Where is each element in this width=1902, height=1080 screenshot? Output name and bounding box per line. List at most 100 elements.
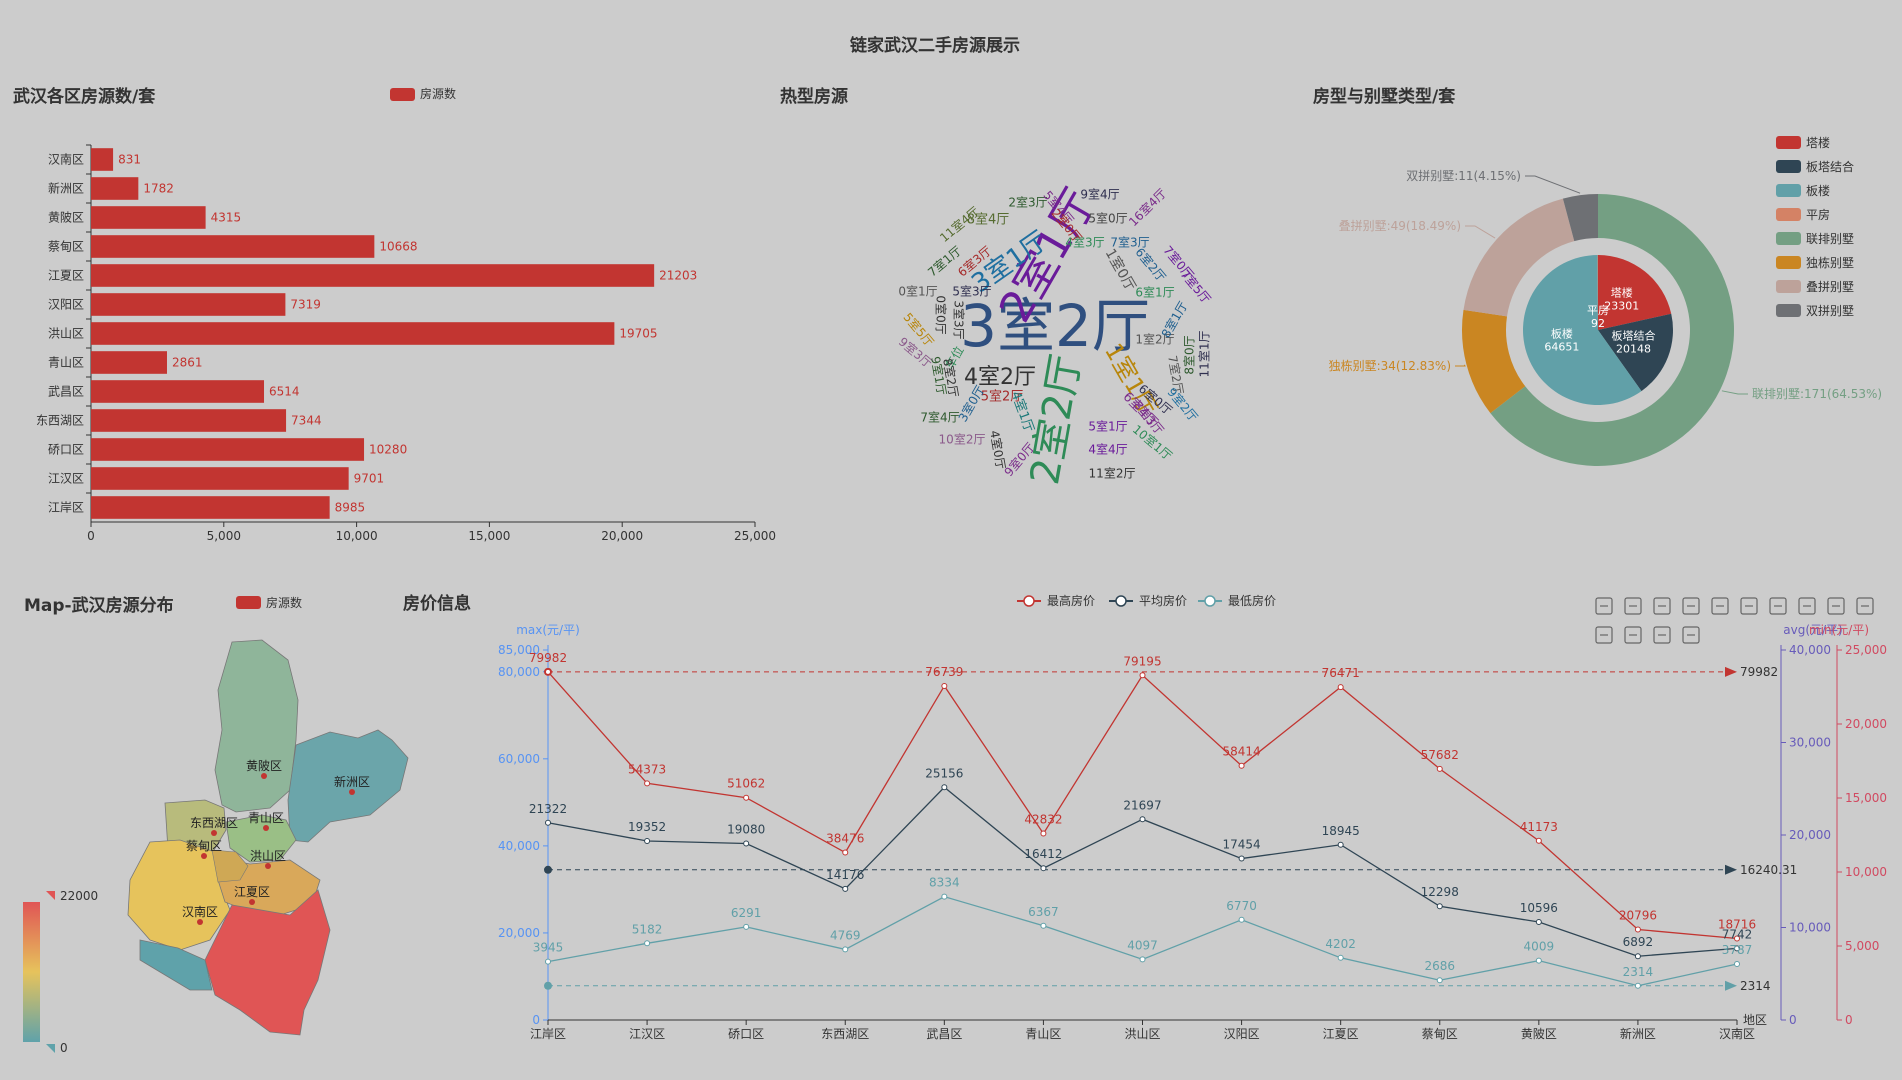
- line-point[interactable]: [1436, 903, 1443, 910]
- download-icon[interactable]: [1595, 597, 1613, 615]
- word-cloud-word[interactable]: 11室2厅: [1089, 466, 1136, 481]
- pie-legend-label[interactable]: 塔楼: [1806, 135, 1830, 150]
- line-point[interactable]: [545, 958, 551, 965]
- bar-mark[interactable]: [91, 206, 206, 229]
- brush-rect-icon[interactable]: [1827, 597, 1845, 615]
- bar-mark[interactable]: [91, 380, 265, 403]
- line-point[interactable]: [1535, 837, 1542, 844]
- map-district-dot[interactable]: [197, 919, 203, 925]
- visual-map-bottom-handle[interactable]: [46, 1044, 55, 1053]
- map-legend-label[interactable]: 房源数: [266, 595, 302, 610]
- map-legend-swatch[interactable]: [236, 596, 261, 609]
- pie-legend-label[interactable]: 板塔结合: [1806, 159, 1854, 174]
- pie-legend-swatch[interactable]: [1776, 136, 1801, 149]
- line-point[interactable]: [1535, 957, 1542, 964]
- word-cloud-word[interactable]: 7室4厅: [920, 410, 959, 425]
- pie-legend-label[interactable]: 双拼别墅: [1806, 304, 1854, 318]
- pie-legend-swatch[interactable]: [1776, 304, 1801, 317]
- line-point[interactable]: [1337, 684, 1344, 691]
- bar-mark[interactable]: [91, 148, 114, 171]
- line-point[interactable]: [1535, 918, 1542, 925]
- brush-keep-icon[interactable]: [1653, 626, 1671, 644]
- line-point[interactable]: [941, 893, 948, 900]
- line-point[interactable]: [1238, 916, 1245, 923]
- line-point[interactable]: [1238, 762, 1245, 769]
- line-point[interactable]: [1436, 977, 1443, 984]
- pie-legend-swatch[interactable]: [1776, 184, 1801, 197]
- word-cloud-word[interactable]: 10室2厅: [939, 432, 986, 447]
- line-point[interactable]: [1436, 765, 1443, 772]
- bar-mark[interactable]: [91, 293, 286, 316]
- line-point[interactable]: [1040, 830, 1047, 837]
- bar-legend-swatch[interactable]: [390, 88, 415, 101]
- line-point[interactable]: [1238, 855, 1245, 862]
- bar-mark[interactable]: [91, 409, 287, 432]
- word-cloud-word[interactable]: 0室1厅: [898, 284, 937, 299]
- word-cloud-word[interactable]: 16室4厅: [1125, 185, 1169, 229]
- pie-legend-label[interactable]: 联排别墅: [1806, 232, 1854, 246]
- data-view-icon[interactable]: [1653, 597, 1671, 615]
- line-point[interactable]: [644, 940, 651, 947]
- line-point[interactable]: [644, 837, 651, 844]
- brush-polygon-icon[interactable]: [1856, 597, 1874, 615]
- line-point[interactable]: [1634, 926, 1641, 933]
- line-point[interactable]: [1040, 922, 1047, 929]
- line-point[interactable]: [743, 840, 750, 847]
- brush-clear-icon[interactable]: [1682, 626, 1700, 644]
- line-point[interactable]: [1337, 841, 1344, 848]
- bar-legend-label[interactable]: 房源数: [420, 86, 456, 101]
- line-point[interactable]: [1040, 865, 1047, 872]
- pie-legend-label[interactable]: 平房: [1806, 207, 1830, 222]
- map-region-huangpi[interactable]: [214, 639, 299, 813]
- bar-icon[interactable]: [1769, 597, 1787, 615]
- line-legend-label[interactable]: 最高房价: [1047, 593, 1095, 608]
- line-point[interactable]: [1337, 954, 1344, 961]
- line-point[interactable]: [545, 819, 551, 826]
- pie-legend-swatch[interactable]: [1776, 160, 1801, 173]
- map-district-dot[interactable]: [263, 825, 269, 831]
- line-point[interactable]: [644, 780, 651, 787]
- map-district-dot[interactable]: [265, 863, 271, 869]
- word-cloud-word[interactable]: 8室1厅: [1158, 299, 1191, 341]
- line-point[interactable]: [1139, 816, 1146, 823]
- visual-map-top-handle[interactable]: [46, 891, 55, 900]
- map-region-hannan[interactable]: [139, 939, 213, 991]
- line-series-path[interactable]: [547, 786, 1738, 957]
- word-cloud-word[interactable]: 5室3厅: [952, 284, 991, 299]
- word-cloud-word[interactable]: 11室1厅: [1197, 331, 1212, 378]
- line-point[interactable]: [941, 682, 948, 689]
- word-cloud-word[interactable]: 9室4厅: [1080, 187, 1119, 202]
- pie-legend-swatch[interactable]: [1776, 256, 1801, 269]
- brush-line-y-icon[interactable]: [1624, 626, 1642, 644]
- bar-mark[interactable]: [91, 322, 615, 345]
- bar-mark[interactable]: [91, 351, 167, 374]
- bar-mark[interactable]: [91, 467, 349, 490]
- line-point[interactable]: [743, 923, 750, 930]
- line-point[interactable]: [1634, 953, 1641, 960]
- line-point[interactable]: [1139, 672, 1146, 679]
- bar-mark[interactable]: [91, 438, 365, 461]
- zoom-reset-icon[interactable]: [1711, 597, 1729, 615]
- word-cloud-word[interactable]: 5室0厅: [1088, 211, 1127, 226]
- pie-legend-label[interactable]: 板楼: [1806, 183, 1830, 198]
- line-point[interactable]: [545, 668, 551, 675]
- line-point[interactable]: [941, 784, 948, 791]
- pie-legend-swatch[interactable]: [1776, 280, 1801, 293]
- bar-mark[interactable]: [91, 496, 330, 519]
- pie-legend-label[interactable]: 独栋别墅: [1806, 255, 1854, 270]
- line-legend-marker[interactable]: [1023, 595, 1035, 607]
- visual-map-bar[interactable]: [23, 902, 40, 1042]
- word-cloud-word[interactable]: 0室0厅: [934, 295, 949, 334]
- pie-legend-label[interactable]: 叠拼别墅: [1806, 280, 1854, 294]
- line-legend-marker[interactable]: [1204, 595, 1216, 607]
- map-district-dot[interactable]: [249, 899, 255, 905]
- bar-mark[interactable]: [91, 235, 375, 258]
- stack-icon[interactable]: [1798, 597, 1816, 615]
- line-point[interactable]: [842, 885, 849, 892]
- line-point[interactable]: [1634, 982, 1641, 989]
- line-icon[interactable]: [1740, 597, 1758, 615]
- line-legend-label[interactable]: 平均房价: [1139, 593, 1187, 608]
- word-cloud-word[interactable]: 3室3厅: [952, 300, 967, 339]
- bar-mark[interactable]: [91, 177, 139, 200]
- word-cloud-word[interactable]: 5室1厅: [1088, 419, 1127, 434]
